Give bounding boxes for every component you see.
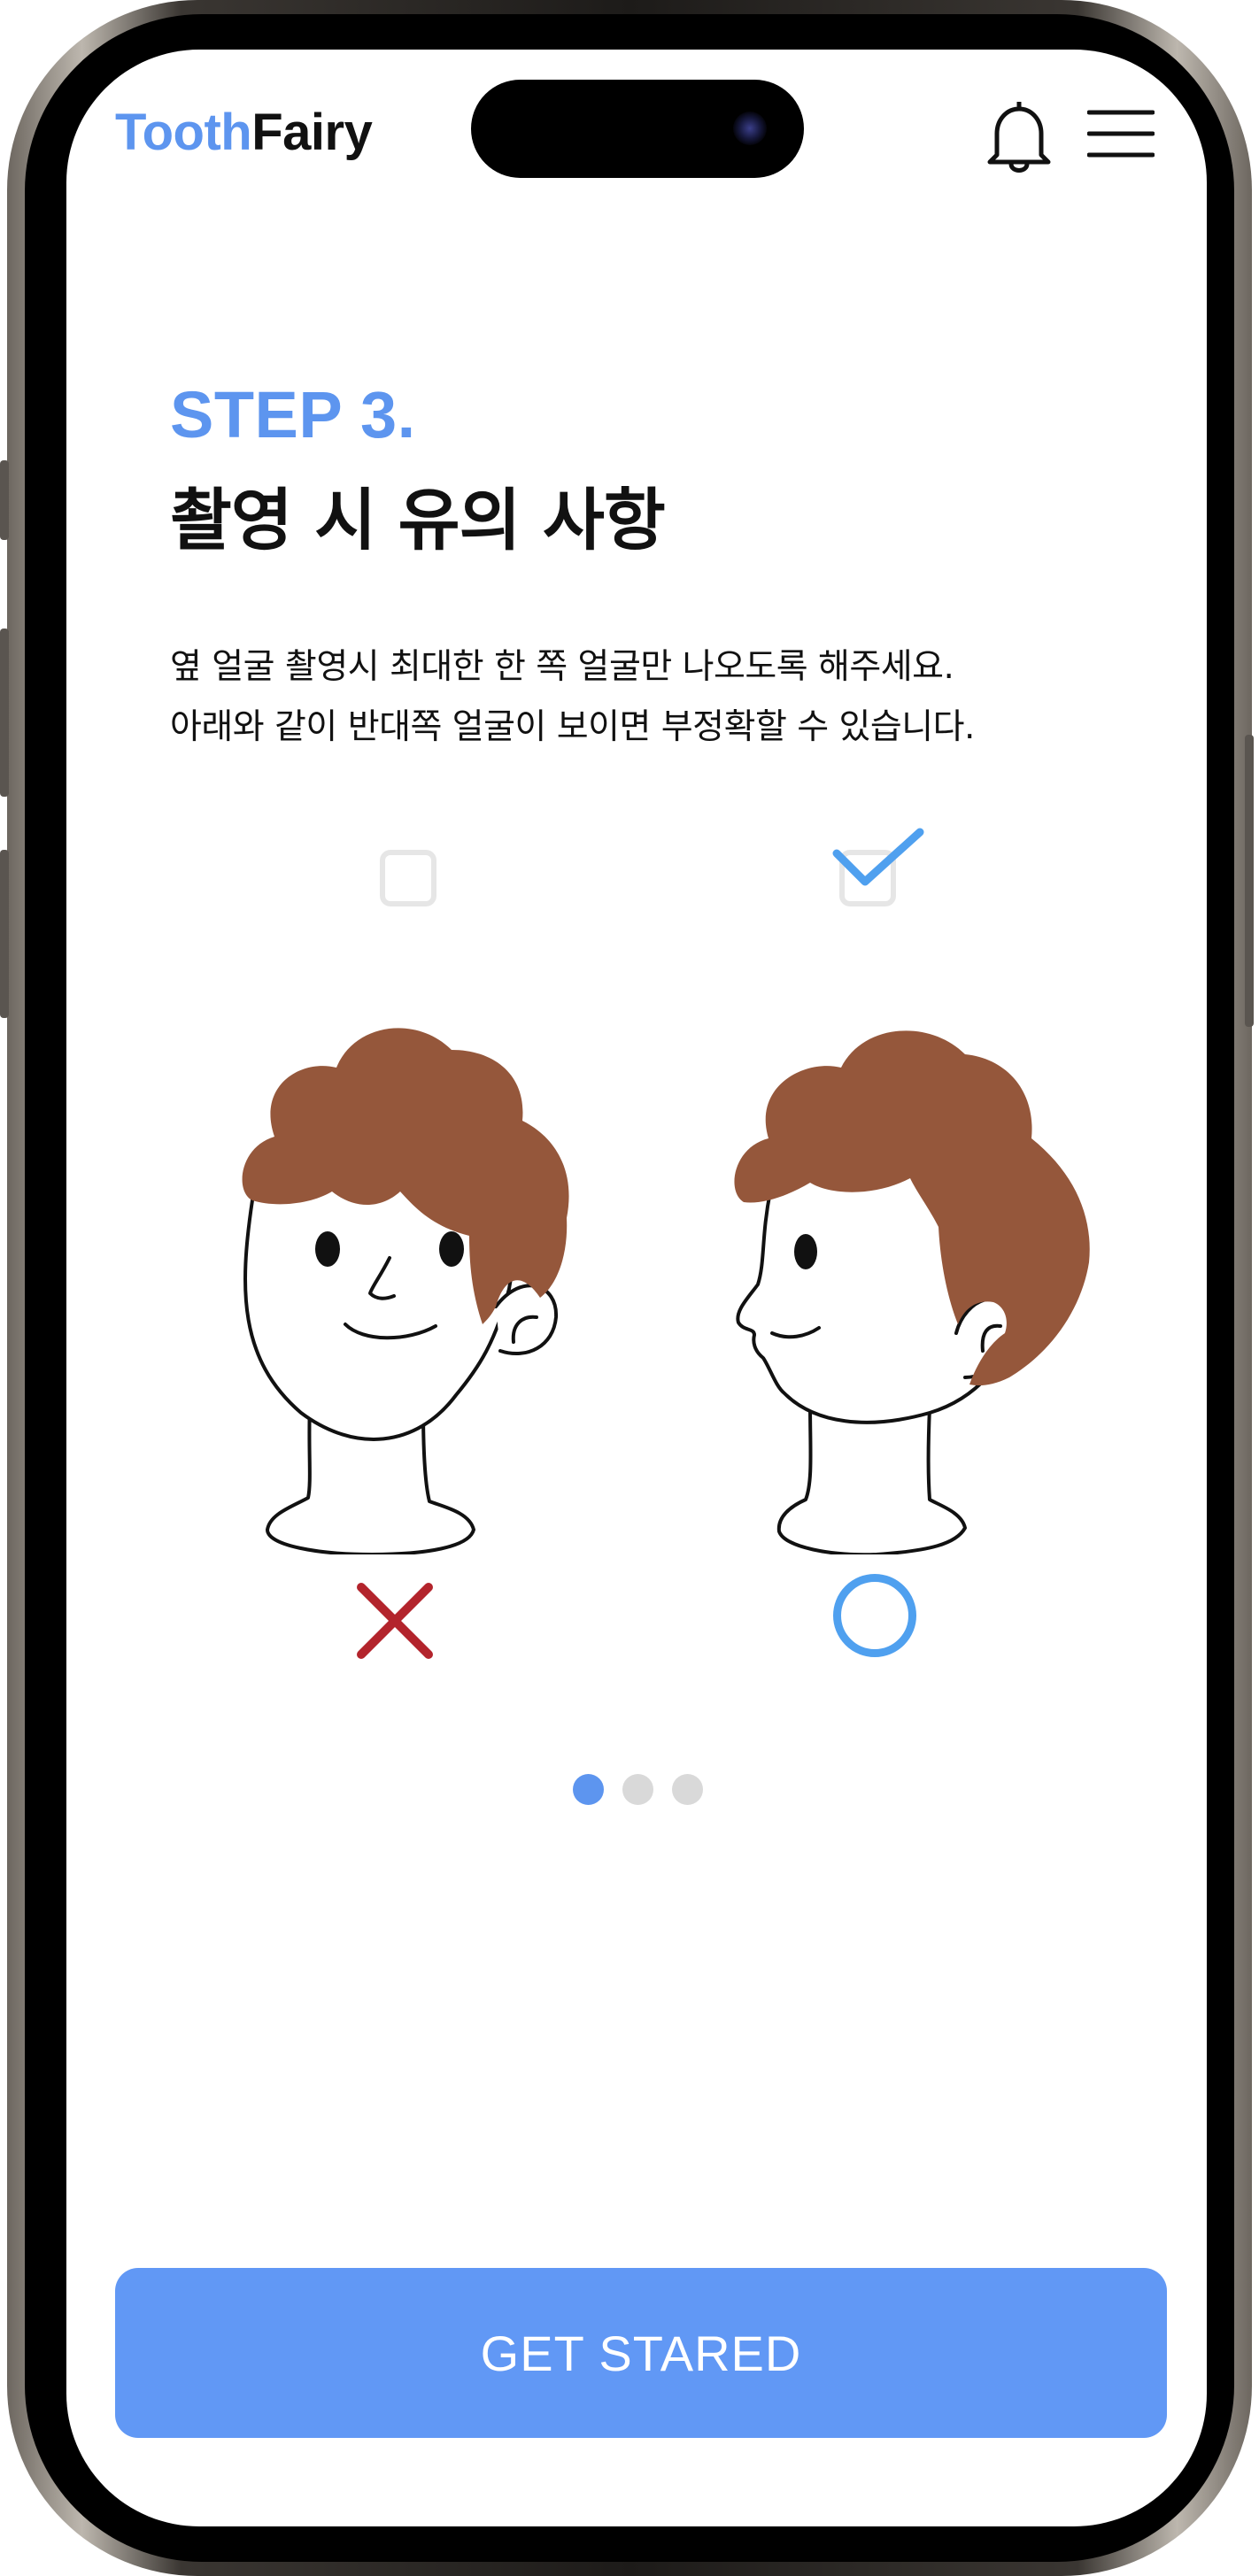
hamburger-menu-icon[interactable] (1087, 107, 1155, 160)
instruction-line: 옆 얼굴 촬영시 최대한 한 쪽 얼굴만 나오도록 해주세요. (170, 647, 954, 687)
three-quarter-face-illustration (242, 1028, 569, 1554)
dynamic-island (471, 80, 804, 178)
instruction-line: 아래와 같이 반대쪽 얼굴이 보이면 부정확할 수 있습니다. (170, 707, 975, 747)
pagination-dot-3[interactable] (672, 1774, 703, 1805)
app-screen: ToothFairy STEP 3. 촬영 시 유의 사항 옆 얼굴 촬영시 최… (66, 50, 1207, 2526)
example-checkbox-unchecked[interactable] (380, 850, 436, 906)
action-button (0, 460, 9, 540)
pagination-dot-2[interactable] (622, 1774, 653, 1805)
pagination-dots (573, 1774, 703, 1806)
instruction-text: 옆 얼굴 촬영시 최대한 한 쪽 얼굴만 나오도록 해주세요. 아래와 같이 반… (170, 637, 1162, 758)
page-title: 촬영 시 유의 사항 (170, 481, 666, 559)
pagination-dot-1[interactable] (573, 1774, 604, 1805)
checkmark-icon (832, 828, 924, 886)
front-camera (733, 112, 767, 145)
volume-down-button (0, 850, 9, 1018)
circle-icon (833, 1574, 916, 1657)
bell-icon[interactable] (985, 98, 1054, 174)
cross-icon (357, 1583, 433, 1659)
power-button (1245, 735, 1254, 1027)
volume-up-button (0, 629, 9, 797)
app-logo[interactable]: ToothFairy (115, 103, 373, 162)
logo-fairy: Fairy (251, 104, 373, 161)
side-profile-face-illustration (734, 1030, 1090, 1554)
step-label: STEP 3. (170, 378, 416, 451)
get-started-button[interactable]: GET STARED (115, 2268, 1167, 2438)
logo-tooth: Tooth (115, 104, 252, 161)
phone-frame: ToothFairy STEP 3. 촬영 시 유의 사항 옆 얼굴 촬영시 최… (0, 0, 1254, 2576)
